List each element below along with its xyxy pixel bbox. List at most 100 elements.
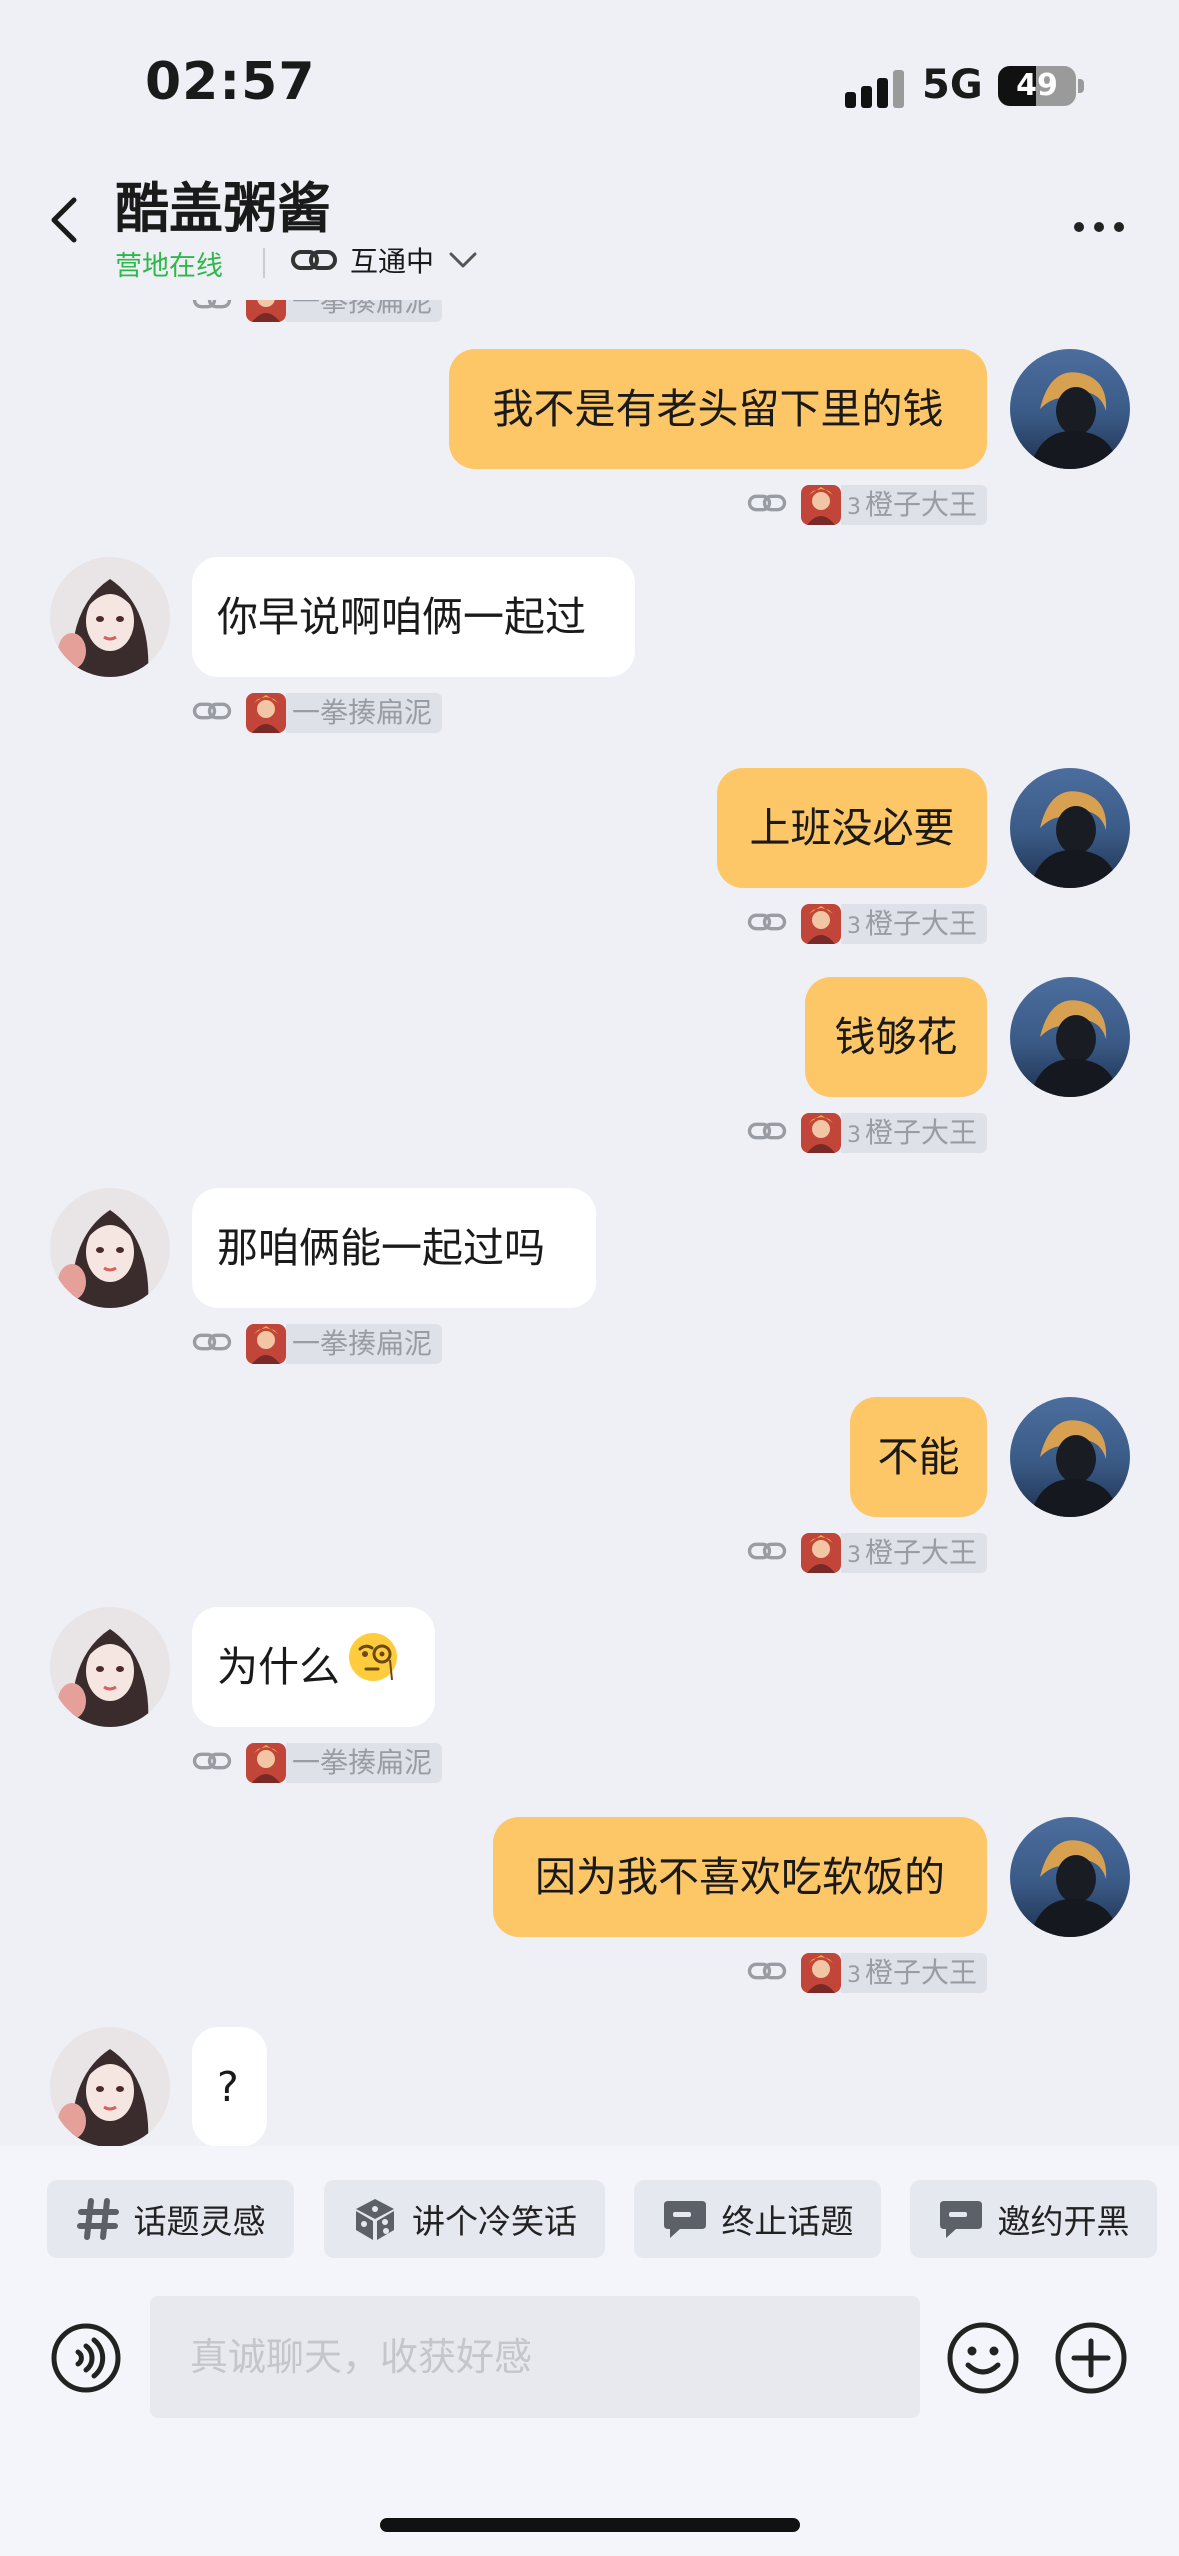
message-bubble[interactable]: 你早说啊咱俩一起过 xyxy=(192,557,635,677)
end-topic-chip[interactable]: 终止话题 xyxy=(634,2180,881,2258)
chip-label: 终止话题 xyxy=(721,2202,854,2241)
plus-icon xyxy=(1055,2322,1127,2394)
message-input[interactable] xyxy=(150,2296,920,2418)
my-avatar[interactable] xyxy=(1010,1817,1130,1937)
contact-avatar[interactable] xyxy=(50,1188,170,1308)
message-bubble[interactable]: 钱够花 xyxy=(805,977,987,1097)
message-text: 那咱俩能一起过吗 xyxy=(217,1224,545,1272)
mutual-status-label: 互通中 xyxy=(350,245,435,278)
message-meta: 3 橙子大王 xyxy=(747,1953,987,1993)
link-icon xyxy=(747,489,787,521)
player-name-tag: 3 橙子大王 xyxy=(840,1113,987,1153)
message-text: 不能 xyxy=(877,1433,960,1481)
link-icon xyxy=(747,908,787,940)
link-icon xyxy=(291,250,337,270)
player-level: 3 xyxy=(846,495,861,520)
battery-level: 49 xyxy=(1016,68,1058,103)
contact-avatar[interactable] xyxy=(50,2027,170,2146)
game-hero-icon xyxy=(800,1953,841,1993)
message-text: 因为我不喜欢吃软饭的 xyxy=(535,1853,945,1901)
player-name-tag: 3 橙子大王 xyxy=(840,485,987,525)
smiley-icon xyxy=(947,2322,1019,2394)
player-level: 3 xyxy=(846,1123,861,1148)
chat-header: 酷盖粥酱 营地在线 互通中 xyxy=(0,150,1179,300)
signal-strength-icon xyxy=(845,68,905,108)
player-name: 橙子大王 xyxy=(864,1536,977,1569)
player-name: 一拳揍扁泥 xyxy=(292,696,433,729)
more-actions-button[interactable] xyxy=(1054,2321,1128,2395)
quick-action-bar: 话题灵感 讲个冷笑话 终止话题 邀约开黑 xyxy=(0,2146,1179,2281)
chevron-down-icon xyxy=(449,252,477,268)
input-bar xyxy=(0,2281,1179,2556)
game-hero-icon xyxy=(246,1743,286,1783)
my-avatar[interactable] xyxy=(1010,768,1130,888)
contact-avatar[interactable] xyxy=(50,557,170,677)
message-bubble[interactable]: 为什么 xyxy=(192,1607,435,1727)
topic-ideas-chip[interactable]: 话题灵感 xyxy=(47,2180,294,2258)
message-text: 上班没必要 xyxy=(749,804,955,852)
link-icon xyxy=(747,1117,787,1149)
game-hero-icon xyxy=(246,300,286,322)
player-name: 橙子大王 xyxy=(864,488,977,521)
status-bar: 02:57 5G 49 xyxy=(0,0,1179,150)
player-name: 一拳揍扁泥 xyxy=(292,1746,433,1779)
player-level: 3 xyxy=(846,914,861,939)
game-hero-icon xyxy=(800,485,841,525)
message-list[interactable]: 一拳揍扁泥 我不是有老头留下里的钱 3 橙子大王 你早说啊咱俩一起过 一拳揍扁泥 上班没必要… xyxy=(0,300,1179,2146)
my-avatar[interactable] xyxy=(1010,349,1130,469)
game-hero-icon xyxy=(246,693,286,733)
message-bubble[interactable]: 不能 xyxy=(850,1397,987,1517)
message-text: 我不是有老头留下里的钱 xyxy=(492,385,944,433)
player-level: 3 xyxy=(846,1543,861,1568)
message-bubble[interactable]: ? xyxy=(192,2027,267,2146)
game-hero-icon xyxy=(800,1533,841,1573)
player-name: 橙子大王 xyxy=(864,1116,977,1149)
monocle-face-emoji xyxy=(346,1610,400,1730)
chevron-left-icon xyxy=(51,197,77,243)
chip-label: 话题灵感 xyxy=(133,2202,266,2241)
more-button[interactable] xyxy=(1070,222,1130,242)
mutual-status-toggle[interactable]: 互通中 xyxy=(290,238,478,282)
game-hero-icon xyxy=(800,904,841,944)
chip-label: 讲个冷笑话 xyxy=(412,2202,577,2241)
player-level: 3 xyxy=(846,1963,861,1988)
player-name: 橙子大王 xyxy=(864,907,977,940)
message-meta: 3 橙子大王 xyxy=(747,485,987,525)
invite-game-chip[interactable]: 邀约开黑 xyxy=(910,2180,1157,2258)
message-bubble[interactable]: 上班没必要 xyxy=(717,768,987,888)
link-icon xyxy=(192,300,232,318)
tell-joke-chip[interactable]: 讲个冷笑话 xyxy=(324,2180,605,2258)
message-bubble[interactable]: 我不是有老头留下里的钱 xyxy=(449,349,987,469)
message-bubble[interactable]: 因为我不喜欢吃软饭的 xyxy=(493,1817,987,1937)
my-avatar[interactable] xyxy=(1010,1397,1130,1517)
link-icon xyxy=(192,697,232,729)
player-name-tag: 3 橙子大王 xyxy=(840,1533,987,1573)
player-name-tag: 一拳揍扁泥 xyxy=(286,1743,443,1783)
message-text: 为什么 xyxy=(217,1643,340,1691)
dice-icon xyxy=(356,2199,394,2240)
voice-button[interactable] xyxy=(50,2322,122,2394)
message-meta: 一拳揍扁泥 xyxy=(192,693,443,733)
network-type: 5G xyxy=(922,62,983,108)
back-button[interactable] xyxy=(40,190,90,250)
home-indicator xyxy=(380,2518,800,2532)
message-bubble[interactable]: 那咱俩能一起过吗 xyxy=(192,1188,596,1308)
chat-bubble-icon xyxy=(939,2201,982,2238)
message-text: ? xyxy=(217,2063,239,2111)
voice-icon xyxy=(51,2323,121,2393)
status-time: 02:57 xyxy=(145,52,316,112)
player-name-tag: 一拳揍扁泥 xyxy=(286,300,443,322)
battery-tip xyxy=(1078,79,1084,93)
game-hero-icon xyxy=(246,1324,286,1364)
my-avatar[interactable] xyxy=(1010,977,1130,1097)
chat-bubble-icon xyxy=(663,2201,706,2238)
emoji-button[interactable] xyxy=(946,2321,1020,2395)
link-icon xyxy=(192,1747,232,1779)
contact-avatar[interactable] xyxy=(50,1607,170,1727)
player-name: 橙子大王 xyxy=(864,1956,977,1989)
chip-label: 邀约开黑 xyxy=(997,2202,1130,2241)
message-meta: 3 橙子大王 xyxy=(747,904,987,944)
contact-name[interactable]: 酷盖粥酱 xyxy=(115,164,331,243)
message-meta: 一拳揍扁泥 xyxy=(192,1324,443,1364)
message-meta: 一拳揍扁泥 xyxy=(192,1743,443,1783)
